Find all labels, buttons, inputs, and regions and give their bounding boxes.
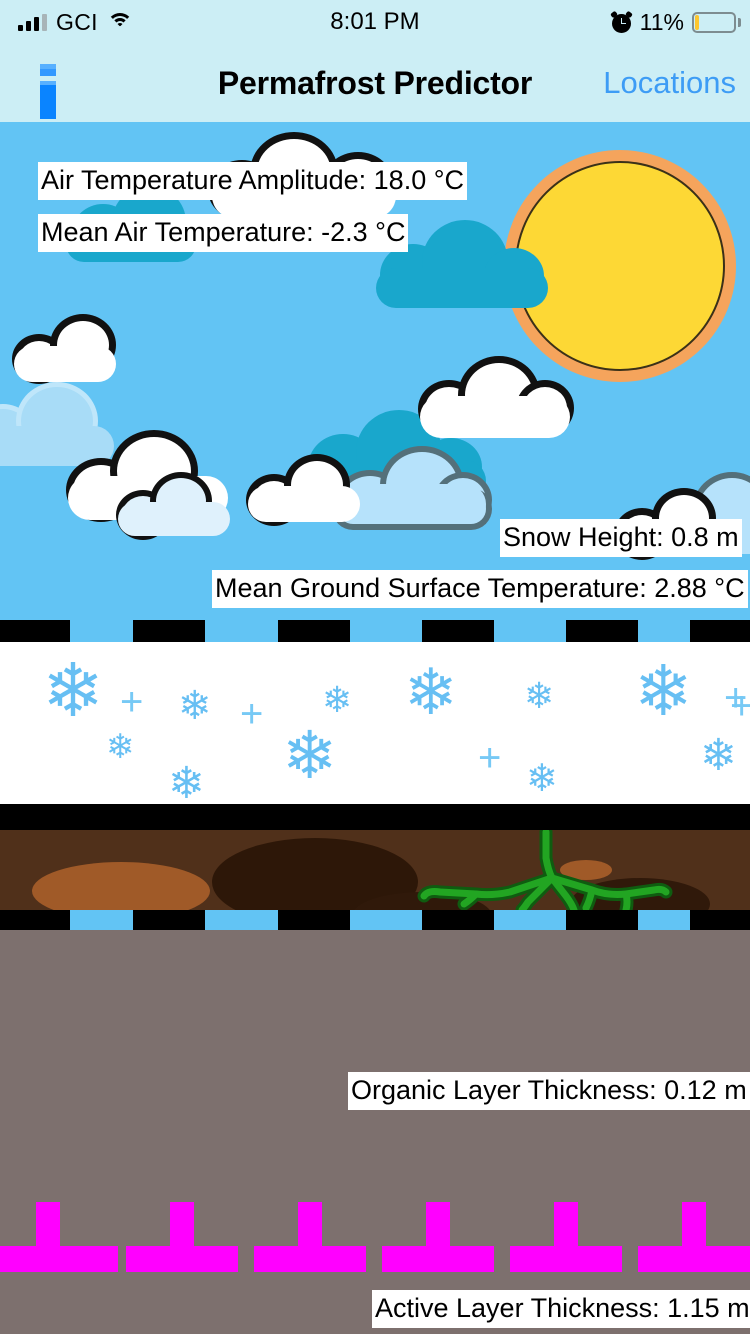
label-air-temperature-amplitude: Air Temperature Amplitude: 18.0 °C <box>38 162 468 200</box>
navigation-bar: Permafrost Predictor Locations <box>0 44 750 122</box>
status-bar-right: 11% <box>609 0 741 44</box>
label-organic-layer-thickness: Organic Layer Thickness: 0.12 m <box>348 1072 750 1110</box>
snowflake-icon: ❄ <box>700 731 737 780</box>
app-root: GCI 8:01 PM 11% Permafrost Predictor Loc… <box>0 0 750 1334</box>
ground-layer: Organic Layer Thickness: 0.12 m Active L… <box>0 930 750 1334</box>
snowflake-icon: ❄ <box>322 679 353 720</box>
soil-top-boundary <box>0 804 750 830</box>
permafrost-marker <box>638 1202 750 1272</box>
snowflake-icon: ❄ <box>282 718 338 792</box>
snowflake-icon: ❄ <box>168 759 205 805</box>
snowflake-icon: ❄ <box>42 649 105 732</box>
status-bar: GCI 8:01 PM 11% <box>0 0 750 44</box>
cloud-white-mid-left-small <box>110 470 240 540</box>
cloud-white-upper-left <box>6 312 126 384</box>
snowflake-icon: ❄ <box>524 675 555 716</box>
snowflake-icon: ❄ <box>634 652 693 730</box>
snow-layer: ❄ + ❄ + ❄ ❄ ❄ ❄ + ❄ ❄ ❄ + ❄ ❄ + <box>0 642 750 804</box>
snowflake-icon: ❄ <box>526 758 558 800</box>
label-snow-height: Snow Height: 0.8 m <box>500 519 742 557</box>
plant-roots-icon <box>417 830 673 910</box>
snowflake-icon: ❄ <box>178 684 212 728</box>
permafrost-marker <box>126 1202 238 1272</box>
cloud-white-right-of-sun <box>410 354 580 440</box>
clock-time: 8:01 PM <box>330 8 420 35</box>
battery-icon <box>692 11 741 33</box>
battery-percent-label: 11% <box>639 8 684 35</box>
permafrost-marker <box>0 1202 118 1272</box>
permafrost-marker <box>510 1202 622 1272</box>
label-mean-air-temperature: Mean Air Temperature: -2.3 °C <box>38 214 409 252</box>
snow-plus-icon: + <box>730 684 750 728</box>
permafrost-marker <box>382 1202 494 1272</box>
alarm-clock-icon <box>609 10 633 33</box>
permafrost-diagram: Air Temperature Amplitude: 18.0 °C Mean … <box>0 122 750 1334</box>
cloud-white-lower-left <box>240 452 370 526</box>
snow-plus-icon: + <box>120 680 144 724</box>
snowflake-icon: ❄ <box>106 728 135 766</box>
snowflake-icon: ❄ <box>404 656 458 728</box>
permafrost-marker <box>254 1202 366 1272</box>
locations-button[interactable]: Locations <box>603 44 736 122</box>
snow-plus-icon: + <box>478 736 502 780</box>
snow-plus-icon: + <box>240 692 264 736</box>
label-active-layer-thickness: Active Layer Thickness: 1.15 m <box>372 1290 750 1328</box>
organic-soil-layer <box>0 830 750 910</box>
sky-layer: Air Temperature Amplitude: 18.0 °C Mean … <box>0 122 750 620</box>
label-mean-ground-surface-temperature: Mean Ground Surface Temperature: 2.88 °C <box>212 570 748 608</box>
